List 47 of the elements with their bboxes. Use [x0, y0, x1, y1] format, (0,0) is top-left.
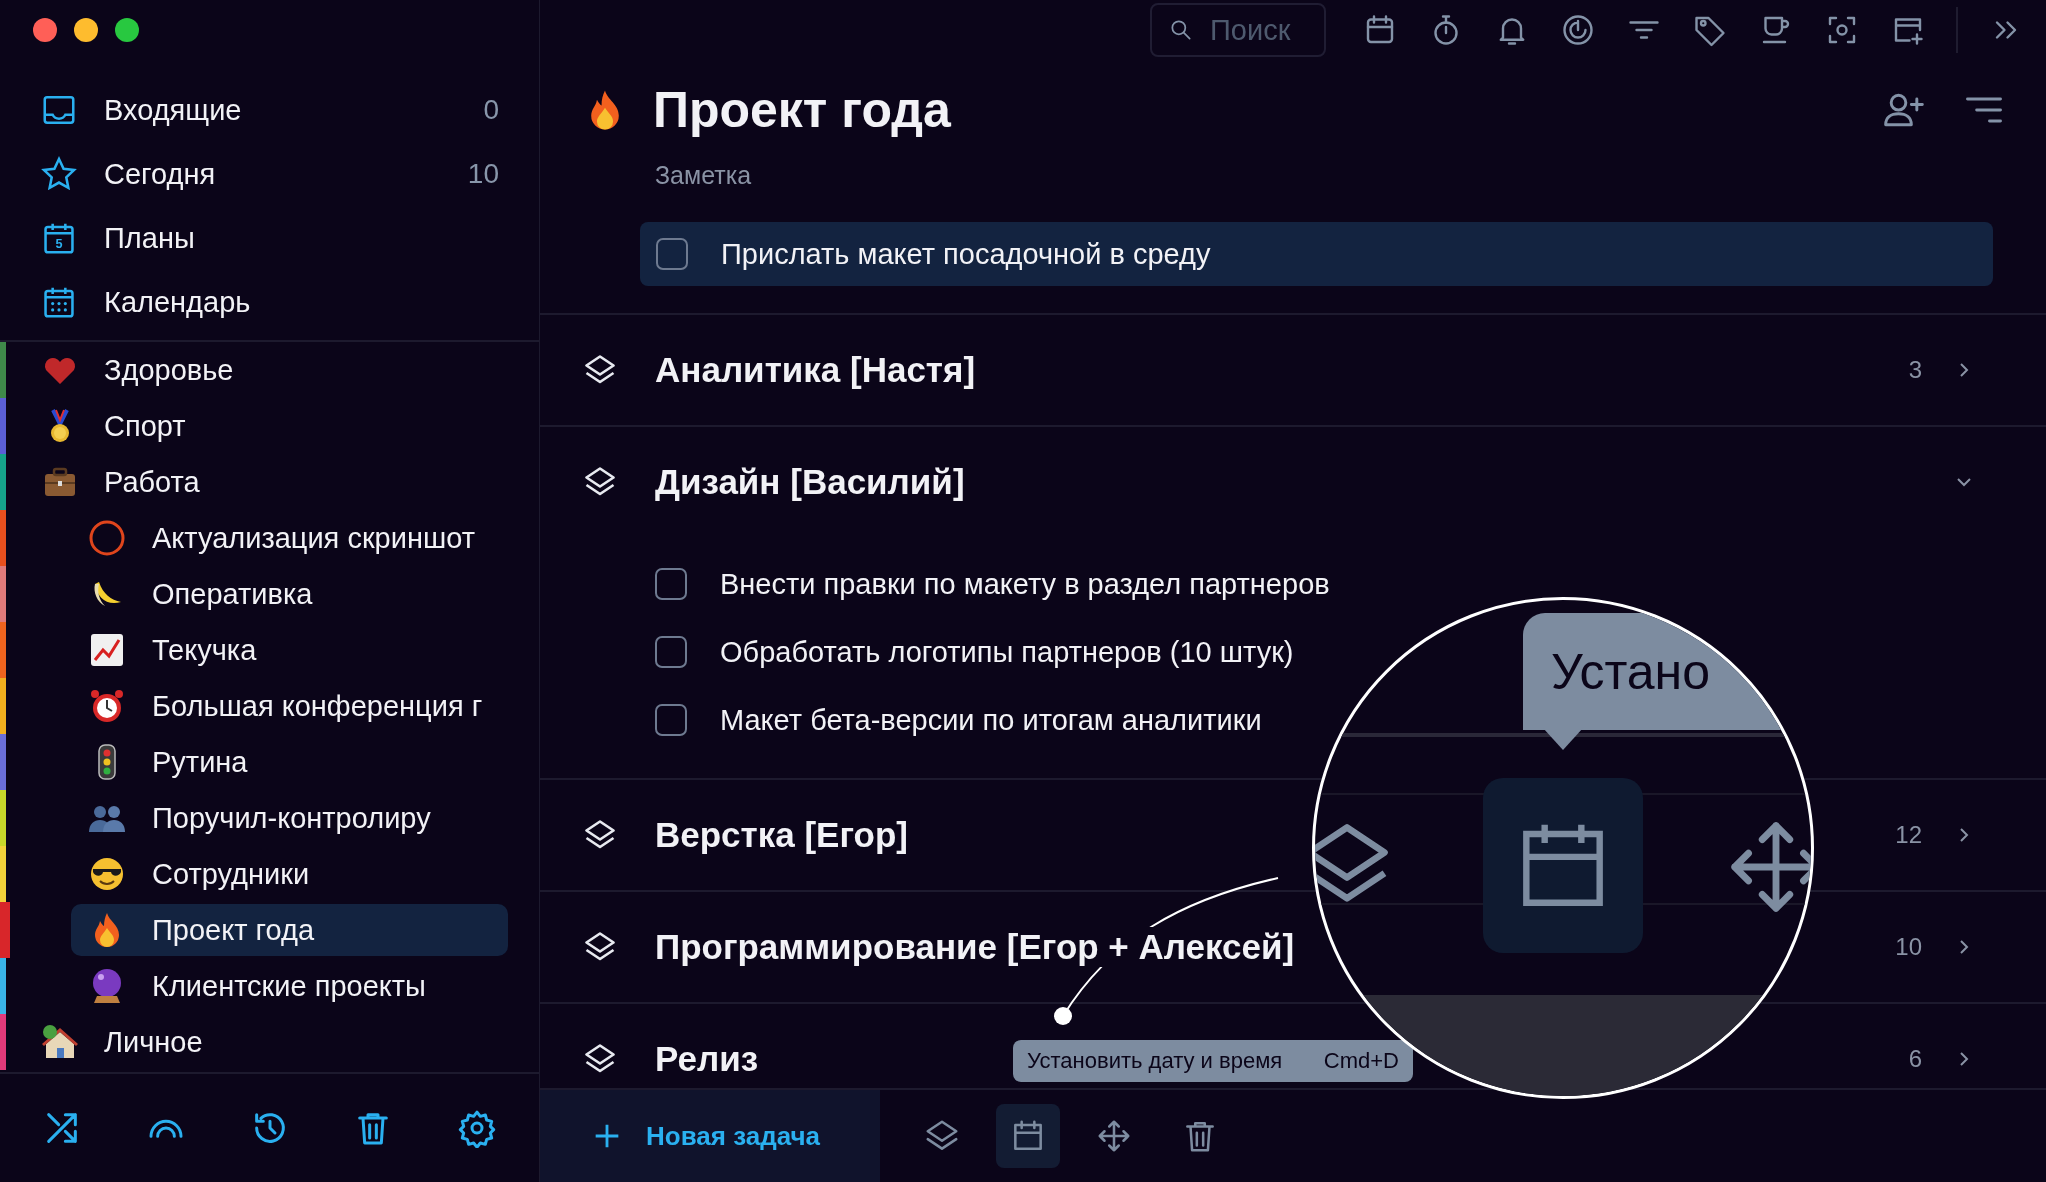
target-icon[interactable]: [1560, 12, 1596, 48]
calendar-tool-button[interactable]: [996, 1104, 1060, 1168]
task-row[interactable]: Обработать логотипы партнеров (10 штук): [655, 618, 1294, 686]
minimize-window-button[interactable]: [74, 18, 98, 42]
task-row[interactable]: Макет бета-версии по итогам аналитики: [655, 686, 1262, 754]
section-title[interactable]: Программирование [Егор + Алексей]: [655, 927, 1295, 967]
task-checkbox[interactable]: [655, 636, 687, 668]
project-item[interactable]: Оперативка: [71, 568, 508, 620]
section-count: 6: [1908, 1045, 1922, 1073]
task-checkbox[interactable]: [655, 704, 687, 736]
nav-item[interactable]: 5 Планы: [0, 206, 539, 270]
project-item[interactable]: Клиентские проекты: [71, 960, 508, 1012]
search-field[interactable]: Поиск: [1150, 3, 1326, 57]
task-row[interactable]: Прислать макет посадочной в среду: [640, 222, 1993, 286]
task-checkbox[interactable]: [656, 238, 688, 270]
nav-item[interactable]: Сегодня 10: [0, 142, 539, 206]
note-text[interactable]: Заметка: [655, 160, 2046, 190]
project-item[interactable]: Личное: [40, 1014, 491, 1070]
task-row[interactable]: Внести правки по макету в раздел партнеров: [655, 550, 1330, 618]
new-task-button[interactable]: Новая задача: [540, 1090, 880, 1182]
section-count: 12: [1895, 821, 1922, 849]
project-item[interactable]: Большая конференция г: [71, 680, 508, 732]
project-item[interactable]: Работа: [40, 454, 491, 510]
tooltip-text: Установить дату и время: [1027, 1048, 1283, 1074]
section-count: 3: [1908, 356, 1922, 384]
project-item[interactable]: Сотрудники: [71, 848, 508, 900]
project-item[interactable]: Поручил-контролиру: [71, 792, 508, 844]
zoom-window-button[interactable]: [115, 18, 139, 42]
project-title: Проект года: [653, 81, 952, 139]
project-item[interactable]: Текучка: [71, 624, 508, 676]
project-item[interactable]: Актуализация скриншот: [71, 512, 508, 564]
star-icon: [40, 155, 78, 193]
task-checkbox[interactable]: [655, 568, 687, 600]
project-item[interactable]: Здоровье: [40, 342, 491, 398]
close-window-button[interactable]: [33, 18, 57, 42]
nav-count: 0: [483, 94, 499, 126]
settings-icon[interactable]: [457, 1108, 497, 1148]
project-item[interactable]: Спорт: [40, 398, 491, 454]
section-count: 10: [1895, 933, 1922, 961]
shortcut-text: Cmd+D: [1323, 1048, 1399, 1074]
tooltip-text: Устано: [1551, 642, 1710, 701]
ring-icon: [87, 518, 127, 558]
project-item[interactable]: Рутина: [71, 736, 508, 788]
nav-item[interactable]: Входящие 0: [0, 78, 539, 142]
nav-count: 10: [467, 158, 499, 190]
nav-item[interactable]: Календарь: [0, 270, 539, 334]
project-item[interactable]: Проект года: [71, 904, 508, 956]
